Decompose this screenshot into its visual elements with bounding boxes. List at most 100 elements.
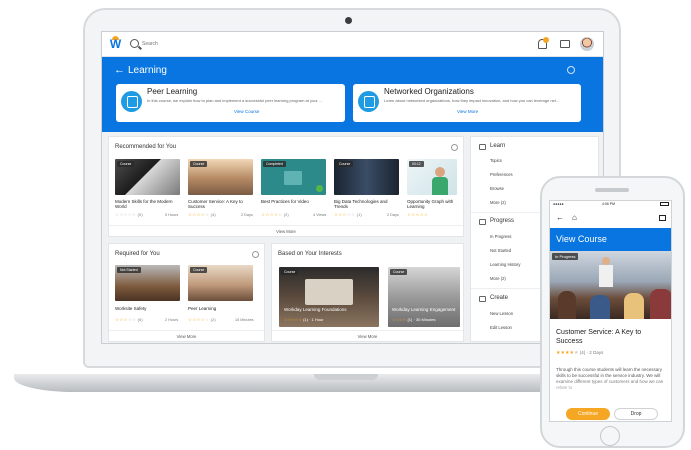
recommended-panel: Recommended for You Course Course Comple…: [108, 136, 464, 237]
phone-speaker: [595, 188, 629, 192]
video-caption: Workday Learning Engagement: [392, 307, 456, 312]
progress-icon: [479, 219, 486, 225]
sidebar-item-progress-more[interactable]: More (2): [490, 276, 506, 281]
rating-stars: ☆☆☆☆☆ (4): [188, 212, 216, 218]
sidebar-item-in-progress[interactable]: In Progress: [490, 234, 511, 239]
sidebar-item-new-lesson[interactable]: New Lesson: [490, 311, 513, 316]
card-badge: Completed: [263, 161, 286, 167]
card-title[interactable]: Worksite Safety: [115, 306, 181, 311]
promo-card-networked-organizations[interactable]: Networked Organizations Learn about netw…: [353, 84, 581, 122]
stars-empty: ☆☆: [346, 212, 356, 217]
stars-empty: ☆: [277, 212, 283, 217]
promo-description: In this course, we explain how to plan a…: [147, 98, 323, 103]
duration: 2 Hours: [165, 318, 179, 322]
note-icon[interactable]: [659, 215, 666, 221]
view-course-link[interactable]: View Course: [234, 109, 259, 114]
duration: 4 Views: [313, 213, 327, 217]
sidebar-item-not-started[interactable]: Not Started: [490, 248, 511, 253]
card-thumbnail[interactable]: Course: [188, 265, 253, 301]
video-caption: Workday Learning Foundations: [284, 307, 347, 312]
section-title: Based on Your Interests: [278, 251, 342, 257]
home-button[interactable]: [600, 426, 620, 446]
course-icon: [358, 91, 379, 112]
view-more-link[interactable]: View More: [457, 109, 478, 114]
card-thumbnail[interactable]: Course: [115, 159, 180, 195]
stars-filled: ☆☆☆☆: [188, 317, 205, 322]
course-title: Customer Service: A Key to Success: [556, 329, 642, 345]
section-title: Required for You: [115, 251, 160, 257]
rating-stars: ☆☆☆☆☆ (6): [115, 317, 143, 323]
card-thumbnail[interactable]: Completed: [261, 159, 326, 195]
continue-button[interactable]: Continue: [566, 408, 610, 420]
stars-empty: ★: [573, 350, 579, 356]
gear-icon[interactable]: [451, 144, 458, 151]
home-icon[interactable]: ⌂: [572, 213, 577, 222]
view-more-button[interactable]: View More: [109, 334, 264, 339]
video-thumbnail[interactable]: Course Workday Learning Foundations ☆☆☆☆…: [279, 267, 379, 327]
sidebar-item-preferences[interactable]: Preferences: [490, 172, 513, 177]
back-arrow-icon[interactable]: ←: [556, 213, 564, 222]
card-title[interactable]: Best Practices for Video: [261, 199, 327, 204]
rating-stars: ★★★★★ (4) · 2 Days: [556, 350, 603, 356]
rating-stars: ☆☆☆☆☆ (0): [115, 212, 143, 218]
laptop-screen: W ← Learning Peer Learning In this cours…: [101, 31, 604, 344]
video-thumbnail[interactable]: Course Workday Learning Engagement ☆☆☆☆ …: [388, 267, 460, 327]
inbox-icon[interactable]: [560, 40, 570, 48]
stars-filled: ☆☆☆☆☆: [407, 212, 429, 217]
duration: 2 Days: [387, 213, 399, 217]
duration: 2 Days: [241, 213, 253, 217]
course-icon: [121, 91, 142, 112]
sidebar-item-edit-lesson[interactable]: Edit Lesson: [490, 325, 512, 330]
section-title: Recommended for You: [115, 144, 177, 150]
sidebar-heading-learn: Learn: [490, 143, 506, 149]
sidebar-item-topics[interactable]: Topics: [490, 158, 502, 163]
rating-stars: ☆☆☆☆☆ (1): [334, 212, 362, 218]
avatar[interactable]: [580, 37, 594, 51]
video-rating: ☆☆☆☆☆ (1) · 1 Hour: [284, 317, 324, 322]
sidebar-item-learning-history[interactable]: Learning History: [490, 262, 521, 267]
sidebar-item-browse[interactable]: Browse: [490, 186, 504, 191]
stars-filled: ☆☆☆☆: [392, 317, 407, 322]
card-thumbnail[interactable]: Course: [188, 159, 253, 195]
signal-icon: ●●●●●: [553, 202, 564, 206]
card-thumbnail[interactable]: Course: [334, 159, 399, 195]
card-title[interactable]: Modern Skills for the Modern World: [115, 199, 181, 210]
stars-filled: ☆☆☆☆: [261, 212, 278, 217]
gear-icon[interactable]: [252, 251, 259, 258]
rating-count: (2): [283, 213, 289, 217]
status-time: 4:06 PM: [602, 202, 616, 206]
view-more-button[interactable]: View More: [272, 334, 463, 339]
rating-count: (0): [137, 213, 143, 217]
required-panel: Required for You Not Started Course Work…: [108, 243, 265, 342]
card-badge: Course: [190, 161, 208, 167]
sidebar-item-learn-more[interactable]: More (2): [490, 200, 506, 205]
stars-filled: ☆☆☆: [334, 212, 347, 217]
stars-filled: ☆☆☆☆☆: [284, 317, 302, 322]
view-more-button[interactable]: View More: [109, 229, 463, 234]
card-badge: Course: [336, 161, 354, 167]
card-title[interactable]: Peer Learning: [188, 306, 254, 311]
rating-count: (4): [210, 213, 216, 217]
promo-card-peer-learning[interactable]: Peer Learning In this course, we explain…: [116, 84, 345, 122]
back-arrow-icon[interactable]: ←: [114, 65, 125, 76]
card-badge: Not Started: [117, 267, 141, 273]
top-bar: W: [102, 32, 603, 57]
drop-button[interactable]: Drop: [614, 408, 658, 420]
card-title[interactable]: Customer Service: A Key to Success: [188, 199, 254, 210]
search-input[interactable]: [142, 38, 242, 50]
promo-title: Peer Learning: [147, 87, 198, 96]
card-title[interactable]: Big Data Technologies and Trends: [334, 199, 400, 210]
search-bar[interactable]: [130, 38, 250, 51]
promo-title: Networked Organizations: [384, 87, 474, 96]
workday-logo-icon[interactable]: W: [108, 36, 123, 52]
card-title[interactable]: Opportunity Graph with Learning: [407, 199, 459, 210]
interests-panel: Based on Your Interests Course Workday L…: [271, 243, 464, 342]
card-thumbnail[interactable]: 00:12: [407, 159, 457, 195]
card-thumbnail[interactable]: Not Started: [115, 265, 180, 301]
course-meta: (4) · 2 Days: [579, 350, 604, 355]
course-hero-image: In Progress: [550, 251, 671, 319]
status-bar: ●●●●● 4:06 PM: [550, 201, 671, 208]
stars-empty: ☆: [204, 212, 210, 217]
description-fade: [550, 377, 671, 399]
gear-icon[interactable]: [567, 66, 575, 74]
